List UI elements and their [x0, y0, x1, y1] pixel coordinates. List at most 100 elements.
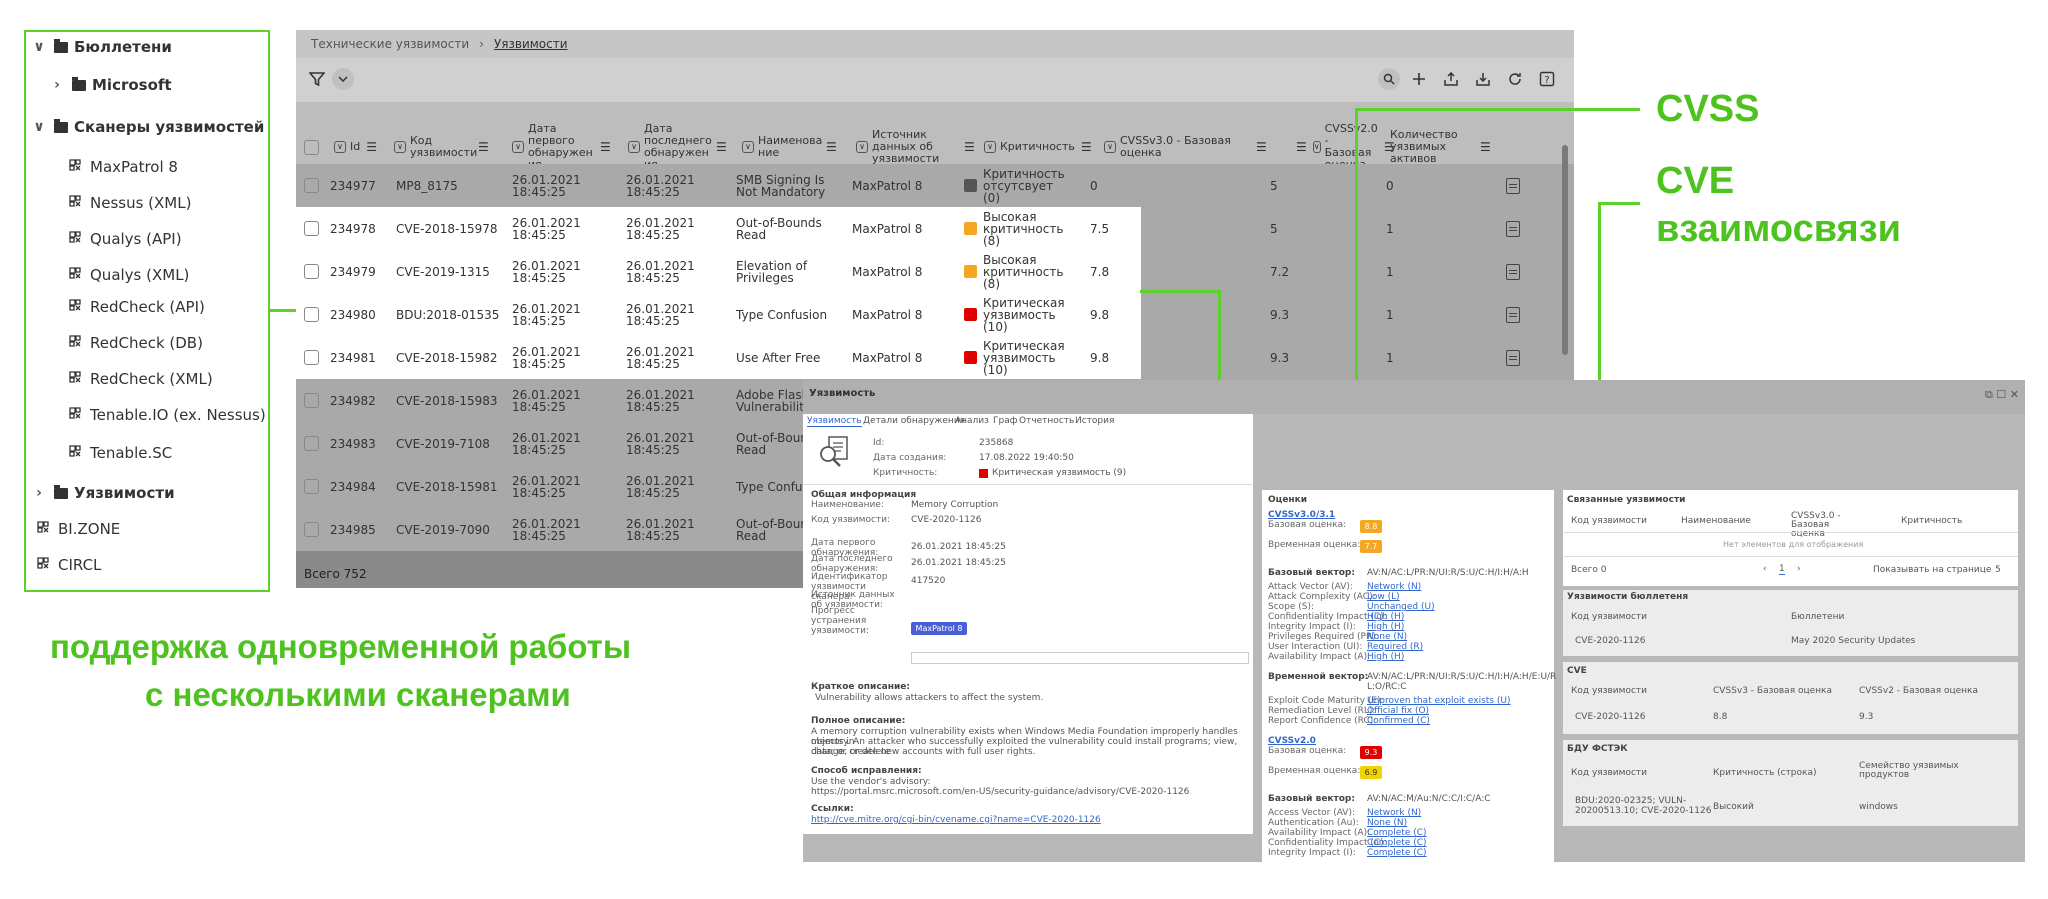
table-row[interactable]: 234977 MP8_8175 26.01.2021 18:45:25 26.01.2…	[296, 164, 1574, 207]
row-checkbox[interactable]	[304, 250, 319, 293]
metric-value[interactable]: Unproven that exploit exists (U)	[1367, 696, 1510, 706]
chevron-down-icon[interactable]	[332, 68, 354, 90]
chevron-down-icon[interactable]: ∨	[30, 119, 48, 135]
related-col-crit[interactable]: Критичность	[1901, 516, 1962, 526]
breadcrumb-item-tech-vulns[interactable]: Технические уязвимости	[311, 37, 469, 51]
relations-pane: Связанные уязвимости Код уязвимости Наим…	[1563, 490, 2018, 862]
metric-value[interactable]: Confirmed (C)	[1367, 716, 1430, 726]
tab-vulnerability[interactable]: Уязвимость	[807, 416, 862, 427]
tab-history[interactable]: История	[1075, 416, 1114, 426]
bdu-col-crit[interactable]: Критичность (строка)	[1713, 768, 1817, 778]
open-card-icon[interactable]	[1506, 293, 1520, 336]
cvss2-title[interactable]: CVSSv2.0	[1268, 736, 1316, 746]
metric-value[interactable]: Complete (C)	[1367, 838, 1427, 848]
cell-name: Out-of-Bounds Read	[736, 215, 822, 242]
tree-item[interactable]: Qualys (API)	[66, 222, 182, 256]
tree-item[interactable]: MaxPatrol 8	[66, 150, 178, 184]
metric-value[interactable]: Network (N)	[1367, 808, 1421, 818]
row-checkbox[interactable]	[304, 293, 319, 336]
fix-progress-field[interactable]	[911, 652, 1249, 664]
filter-icon[interactable]	[306, 68, 328, 90]
chevron-down-icon[interactable]: ∨	[30, 39, 48, 55]
tree-item[interactable]: Qualys (XML)	[66, 258, 189, 292]
tree-item[interactable]: BI.ZONE	[34, 512, 120, 546]
tree-item[interactable]: ∨ Сканеры уязвимостей	[30, 110, 264, 144]
row-checkbox[interactable]	[304, 508, 319, 551]
metric-value[interactable]: Network (N)	[1367, 582, 1421, 592]
pager-prev-icon[interactable]: ‹	[1763, 564, 1767, 574]
tree-item[interactable]: CIRCL	[34, 548, 101, 582]
tree-item[interactable]: Nessus (XML)	[66, 186, 191, 220]
metric-value[interactable]: None (N)	[1367, 818, 1407, 828]
row-checkbox[interactable]	[304, 207, 319, 250]
grid-scrollbar[interactable]	[1562, 145, 1568, 355]
cve-link[interactable]: http://cve.mitre.org/cgi-bin/cvename.cgi…	[811, 815, 1101, 825]
tree-item[interactable]: › Microsoft	[48, 68, 171, 102]
pager-next-icon[interactable]: ›	[1797, 564, 1801, 574]
metric-value[interactable]: Low (L)	[1367, 592, 1400, 602]
tab-analysis[interactable]: Анализ	[955, 416, 989, 426]
open-card-icon[interactable]	[1506, 250, 1520, 293]
cve-col-cvss2[interactable]: CVSSv2 - Базовая оценка	[1859, 686, 1978, 696]
metric-value[interactable]: Complete (C)	[1367, 828, 1427, 838]
close-icon[interactable]: ✕	[2010, 388, 2019, 401]
bdu-col-family[interactable]: Семейство уязвимых продуктов	[1859, 762, 1969, 780]
related-col-cvss3[interactable]: CVSSv3.0 - Базовая оценка	[1791, 512, 1861, 539]
cell-source: MaxPatrol 8	[852, 221, 923, 236]
row-checkbox[interactable]	[304, 379, 319, 422]
search-icon[interactable]	[1378, 68, 1400, 90]
breadcrumb-item-vulns[interactable]: Уязвимости	[494, 37, 568, 51]
table-row[interactable]: 234980 BDU:2018-01535 26.01.2021 18:45:25 2…	[296, 293, 1574, 336]
import-icon[interactable]	[1472, 68, 1494, 90]
metric-value[interactable]: Complete (C)	[1367, 848, 1427, 858]
table-row[interactable]: 234981 CVE-2018-15982 26.01.2021 18:45:25 2…	[296, 336, 1574, 379]
open-card-icon[interactable]	[1506, 336, 1520, 379]
help-icon[interactable]: ?	[1536, 68, 1558, 90]
row-checkbox[interactable]	[304, 336, 319, 379]
metric-value[interactable]: Official fix (O)	[1367, 706, 1429, 716]
pager-page[interactable]: 1	[1779, 564, 1785, 575]
cve-col-cvss3[interactable]: CVSSv3 - Базовая оценка	[1713, 686, 1832, 696]
restore-icon[interactable]: ⧉	[1985, 388, 1993, 401]
row-checkbox[interactable]	[304, 164, 319, 207]
tab-reports[interactable]: Отчетность	[1019, 416, 1074, 426]
cvss3-title[interactable]: CVSSv3.0/3.1	[1268, 510, 1335, 520]
metric-value[interactable]: Required (R)	[1367, 642, 1423, 652]
open-card-icon[interactable]	[1506, 207, 1520, 250]
bulletin-col-code[interactable]: Код уязвимости	[1571, 612, 1647, 622]
tree-item[interactable]: Tenable.IO (ex. Nessus)	[66, 398, 266, 432]
open-card-icon[interactable]	[1506, 164, 1520, 207]
table-row[interactable]: 234979 CVE-2019-1315 26.01.2021 18:45:25 26…	[296, 250, 1574, 293]
tab-detection-details[interactable]: Детали обнаружения	[863, 416, 965, 426]
tree-item[interactable]: › Уязвимости	[30, 476, 174, 510]
connector-cve-v	[1598, 202, 1601, 407]
refresh-icon[interactable]	[1504, 68, 1526, 90]
chevron-right-icon[interactable]: ›	[48, 77, 66, 93]
metric-value[interactable]: None (N)	[1367, 632, 1407, 642]
row-checkbox[interactable]	[304, 465, 319, 508]
metric-value[interactable]: High (H)	[1367, 622, 1404, 632]
export-icon[interactable]	[1440, 68, 1462, 90]
table-row[interactable]: 234978 CVE-2018-15978 26.01.2021 18:45:25 2…	[296, 207, 1574, 250]
per-page-select[interactable]: 5	[1995, 565, 2001, 575]
cve-col-code[interactable]: Код уязвимости	[1571, 686, 1647, 696]
chevron-right-icon[interactable]: ›	[30, 485, 48, 501]
related-col-name[interactable]: Наименование	[1681, 516, 1751, 526]
tree-item[interactable]: ∨ Бюллетени	[30, 30, 172, 64]
tree-item[interactable]: Tenable.SC	[66, 436, 172, 470]
row-checkbox[interactable]	[304, 422, 319, 465]
tree-item-label: Tenable.IO (ex. Nessus)	[90, 406, 266, 424]
metric-value[interactable]: High (H)	[1367, 612, 1404, 622]
tree-item[interactable]: RedCheck (DB)	[66, 326, 203, 360]
plus-icon[interactable]	[1408, 68, 1430, 90]
tab-graph[interactable]: Граф	[993, 416, 1017, 426]
metric-value[interactable]: High (H)	[1367, 652, 1404, 662]
related-col-code[interactable]: Код уязвимости	[1571, 516, 1647, 526]
bulletin-col-bulletins[interactable]: Бюллетени	[1791, 612, 1844, 622]
info-label: Дата последнего обнаружения:	[811, 554, 893, 574]
maximize-icon[interactable]: ☐	[1996, 388, 2006, 401]
bdu-col-code[interactable]: Код уязвимости	[1571, 768, 1647, 778]
metric-value[interactable]: Unchanged (U)	[1367, 602, 1435, 612]
tree-item[interactable]: RedCheck (API)	[66, 290, 205, 324]
tree-item[interactable]: RedCheck (XML)	[66, 362, 213, 396]
